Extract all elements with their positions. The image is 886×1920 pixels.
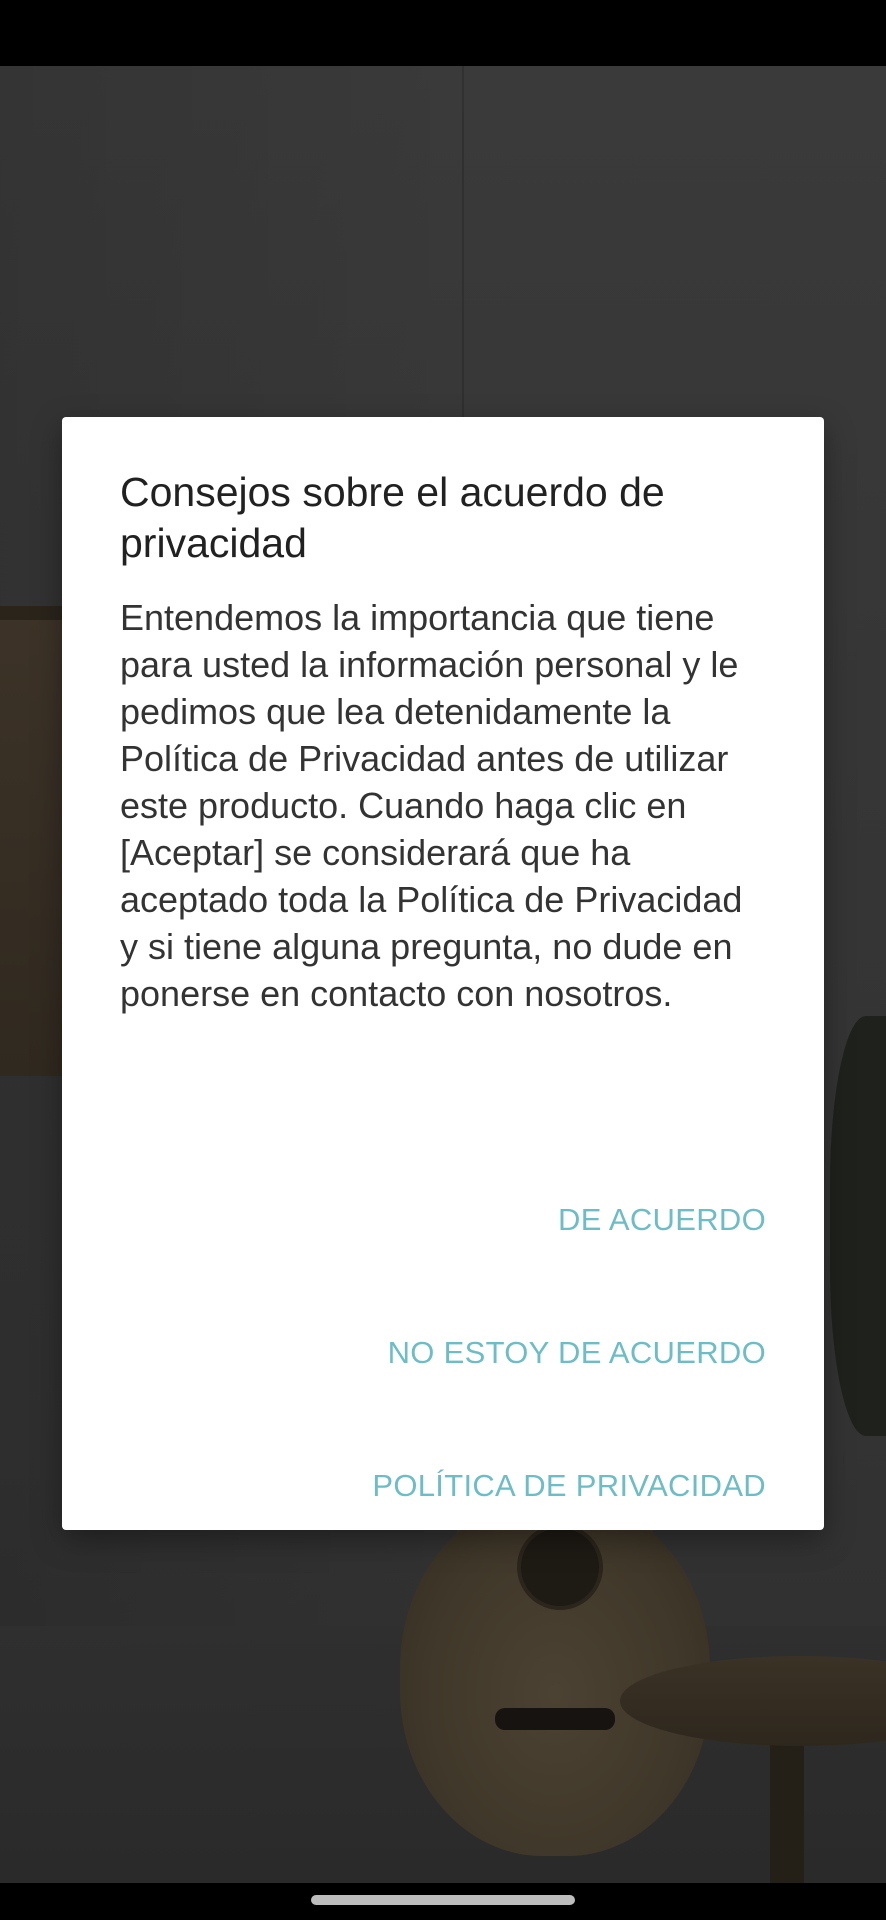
status-bar bbox=[0, 0, 886, 66]
shelf-edge bbox=[0, 606, 62, 620]
dialog-message: Entendemos la importancia que tiene para… bbox=[120, 597, 743, 1014]
disagree-button[interactable]: NO ESTOY DE ACUERDO bbox=[106, 1286, 766, 1419]
wooden-shelf bbox=[0, 606, 62, 1076]
privacy-policy-button[interactable]: POLÍTICA DE PRIVACIDAD bbox=[106, 1419, 766, 1552]
agree-button[interactable]: DE ACUERDO bbox=[106, 1153, 766, 1286]
privacy-policy-button-label: POLÍTICA DE PRIVACIDAD bbox=[372, 1467, 766, 1503]
side-table-leg bbox=[770, 1726, 804, 1883]
navigation-bar bbox=[0, 1883, 886, 1920]
plant-silhouette bbox=[830, 1016, 886, 1436]
agree-button-label: DE ACUERDO bbox=[558, 1201, 766, 1237]
dialog-actions: DE ACUERDO NO ESTOY DE ACUERDO POLÍTICA … bbox=[106, 1153, 766, 1552]
disagree-button-label: NO ESTOY DE ACUERDO bbox=[387, 1334, 766, 1370]
guitar-bridge bbox=[495, 1708, 615, 1730]
privacy-agreement-dialog: Consejos sobre el acuerdo de privacidad … bbox=[62, 417, 824, 1530]
home-gesture-handle[interactable] bbox=[311, 1895, 575, 1905]
dialog-title: Consejos sobre el acuerdo de privacidad bbox=[120, 469, 665, 566]
